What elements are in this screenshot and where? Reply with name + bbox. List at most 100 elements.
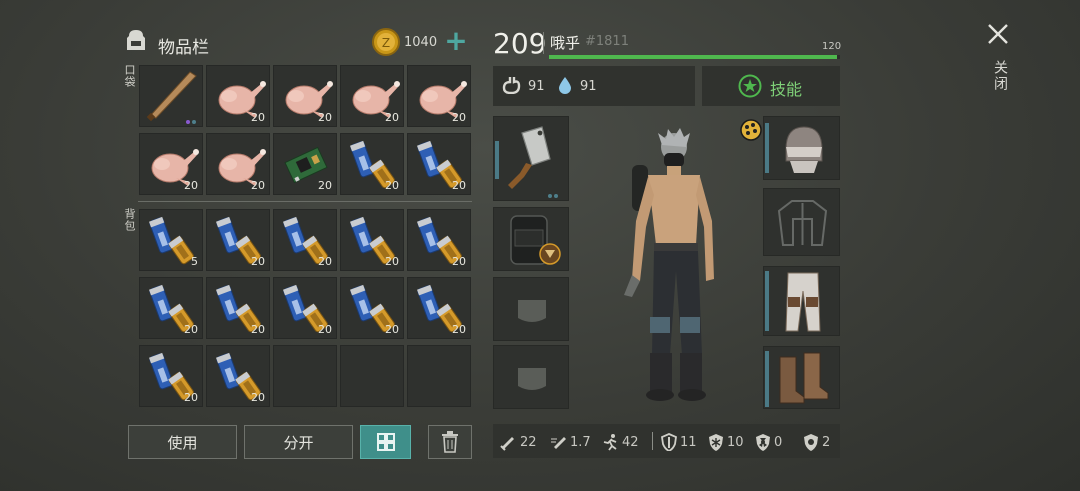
backpack-slot[interactable]	[407, 345, 471, 407]
pocket-slot[interactable]	[139, 65, 203, 127]
backpack-slot[interactable]: 20	[340, 277, 404, 339]
food-value: 91	[528, 79, 545, 94]
stat-item: 22	[500, 433, 537, 451]
backpack-slot[interactable]: 5	[139, 209, 203, 271]
character-model	[610, 125, 750, 410]
xp-max: 120	[822, 41, 842, 52]
shield-icon	[661, 433, 677, 451]
legs-slot-indicator	[765, 271, 769, 331]
coin-count: 1040	[404, 35, 438, 50]
item-count: 20	[452, 179, 466, 192]
trash-icon	[442, 431, 458, 453]
item-count: 20	[318, 179, 332, 192]
backpack-slot[interactable]: 20	[206, 277, 270, 339]
pocket-equip-slot-1[interactable]	[493, 277, 569, 341]
item-count: 20	[318, 111, 332, 124]
stomach-icon	[502, 76, 522, 95]
add-coins-button[interactable]: +	[444, 27, 468, 55]
item-count: 20	[184, 179, 198, 192]
backpack-label: 背包	[123, 208, 136, 232]
trash-button[interactable]	[428, 425, 472, 459]
backpack-slot[interactable]: 20	[139, 277, 203, 339]
item-count: 20	[184, 323, 198, 336]
palette-icon	[740, 119, 762, 141]
item-count: 20	[251, 111, 265, 124]
player-level: 209	[493, 27, 547, 60]
pocket-slot[interactable]: 20	[407, 65, 471, 127]
stat-value: 1.7	[570, 434, 591, 450]
stat-item: 42	[602, 433, 639, 451]
backpack-slot[interactable]: 20	[273, 277, 337, 339]
item-count: 20	[385, 111, 399, 124]
item-count: 20	[318, 255, 332, 268]
pocket-slot[interactable]: 20	[139, 133, 203, 195]
stat-item: 0	[754, 433, 782, 451]
bat-icon	[140, 66, 202, 126]
stat-item: 1.7	[550, 433, 591, 451]
backpack-slot[interactable]: 20	[407, 277, 471, 339]
svg-text:Z: Z	[382, 36, 390, 50]
item-count: 20	[318, 323, 332, 336]
pocket-equip-slot-2[interactable]	[493, 345, 569, 409]
head-slot[interactable]	[763, 116, 840, 180]
inventory-screen: 物品栏 Z 1040 + 口袋 20 20 20 20 20 20 20 20 20 背包 52…	[0, 0, 1080, 491]
pocket-slot[interactable]: 20	[273, 133, 337, 195]
frost-icon	[709, 434, 723, 451]
split-button[interactable]: 分开	[244, 425, 353, 459]
item-count: 20	[251, 391, 265, 404]
feet-slot[interactable]	[763, 346, 840, 409]
item-count: 20	[452, 323, 466, 336]
pocket-slot[interactable]: 20	[206, 65, 270, 127]
run-icon	[603, 434, 617, 451]
water-value: 91	[580, 79, 597, 94]
legs-slot[interactable]	[763, 266, 840, 336]
pocket-slot[interactable]: 20	[206, 133, 270, 195]
stats-divider	[652, 432, 653, 450]
pocket-label: 口袋	[123, 64, 136, 88]
water-drop-icon	[558, 76, 572, 94]
backpack-slot[interactable]	[493, 207, 569, 271]
pocket-slot[interactable]: 20	[340, 133, 404, 195]
item-count: 20	[385, 179, 399, 192]
backpack-slot[interactable]	[273, 345, 337, 407]
backpack-slot[interactable]: 20	[139, 345, 203, 407]
item-count: 20	[251, 323, 265, 336]
stat-value: 11	[680, 434, 697, 450]
backpack-slot[interactable]: 20	[273, 209, 337, 271]
weapon-slot[interactable]	[493, 116, 569, 201]
skills-button[interactable]: 技能	[702, 66, 840, 106]
skills-label: 技能	[770, 80, 803, 99]
backpack-slot[interactable]: 20	[340, 209, 404, 271]
section-divider	[138, 201, 472, 202]
backpack-slot[interactable]	[340, 345, 404, 407]
weapon-slot-indicator	[495, 141, 499, 179]
customize-button[interactable]	[739, 118, 763, 142]
close-icon	[988, 24, 1008, 44]
stat-value: 10	[727, 434, 744, 450]
backpack-slot[interactable]: 20	[206, 209, 270, 271]
pocket-slot[interactable]: 20	[340, 65, 404, 127]
player-name: 哦乎	[550, 34, 581, 52]
pants-icon	[785, 272, 821, 332]
stat-value: 22	[520, 434, 537, 450]
sort-button[interactable]	[360, 425, 411, 459]
pocket-slot[interactable]: 20	[407, 133, 471, 195]
stat-item: 11	[660, 433, 697, 451]
feet-slot-indicator	[765, 351, 769, 407]
close-button[interactable]: 关闭	[984, 20, 1012, 100]
backpack-slot[interactable]: 20	[407, 209, 471, 271]
item-count: 20	[385, 255, 399, 268]
item-count: 20	[184, 391, 198, 404]
grid-icon	[376, 433, 395, 451]
pocket-slot[interactable]: 20	[273, 65, 337, 127]
coin-icon: Z	[371, 27, 401, 57]
hat-icon	[785, 126, 823, 173]
use-button[interactable]: 使用	[128, 425, 237, 459]
xp-bar	[549, 55, 840, 59]
stat-item: 10	[707, 433, 744, 451]
stat-value: 0	[774, 434, 783, 450]
item-count: 20	[452, 111, 466, 124]
item-count: 5	[191, 255, 198, 268]
backpack-slot[interactable]: 20	[206, 345, 270, 407]
body-slot[interactable]	[763, 188, 840, 256]
